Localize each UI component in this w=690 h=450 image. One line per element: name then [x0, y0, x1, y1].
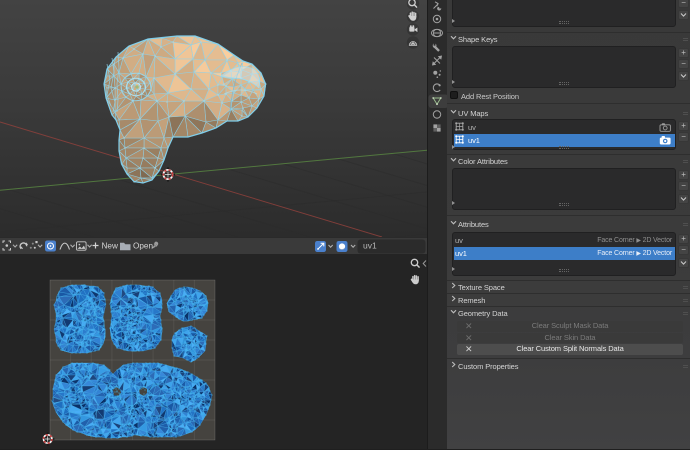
svg-text:Open: Open: [133, 242, 153, 251]
svg-text:uv1: uv1: [363, 241, 377, 251]
svg-text:New: New: [102, 242, 118, 251]
